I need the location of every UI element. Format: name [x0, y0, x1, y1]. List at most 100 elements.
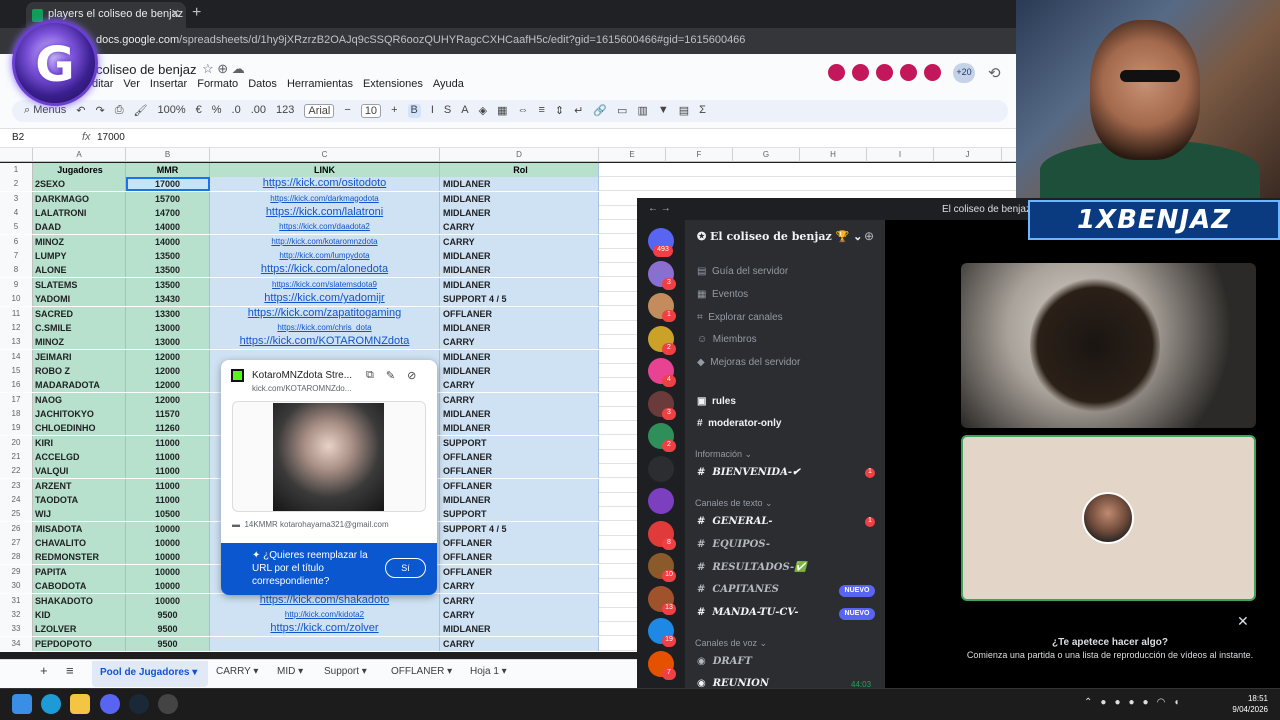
- history-icon[interactable]: ⟲: [988, 64, 1001, 82]
- cell-player[interactable]: SLATEMS: [33, 277, 126, 292]
- paint-format-icon[interactable]: 🖌: [134, 104, 148, 118]
- cell-link[interactable]: http://kick.com/lumpydota: [210, 249, 440, 264]
- chart-icon[interactable]: ▥: [637, 104, 647, 118]
- cell-mmr[interactable]: 12000: [126, 392, 210, 407]
- row-number[interactable]: 10: [0, 292, 33, 307]
- cell-mmr[interactable]: 11000: [126, 450, 210, 464]
- header-mmr[interactable]: MMR: [126, 163, 210, 177]
- filter-views-icon[interactable]: ▤: [679, 104, 689, 118]
- fill-color-icon[interactable]: ◈: [479, 104, 487, 118]
- invite-icon[interactable]: ⊕: [864, 229, 874, 243]
- server-icon[interactable]: [648, 455, 674, 482]
- cell-link[interactable]: http://kick.com/kidota2: [210, 607, 440, 622]
- new-tab-icon[interactable]: +: [192, 4, 201, 22]
- volume-icon[interactable]: ◖: [1173, 697, 1179, 708]
- channel-rules[interactable]: ▣ rules: [697, 396, 736, 407]
- sheet-tab-pool-de-jugadores[interactable]: Pool de Jugadores ▾: [92, 661, 208, 687]
- cell-rol[interactable]: CARRY: [440, 607, 599, 622]
- cell-player[interactable]: ROBO Z: [33, 363, 126, 378]
- cell-mmr[interactable]: 9500: [126, 622, 210, 637]
- cell-rol[interactable]: MIDLANER: [440, 206, 599, 221]
- row-number[interactable]: 32: [0, 607, 33, 622]
- font-size-decrease-button[interactable]: −: [344, 104, 350, 118]
- row-number[interactable]: 6: [0, 234, 33, 249]
- close-tab-icon[interactable]: ✕: [171, 7, 180, 20]
- tray-app-icon[interactable]: ●: [1128, 697, 1134, 708]
- cell-player[interactable]: YADOMI: [33, 292, 126, 307]
- row-number[interactable]: 8: [0, 263, 33, 278]
- cell-mmr[interactable]: 13500: [126, 277, 210, 292]
- font-select[interactable]: Arial: [304, 104, 335, 118]
- cell-player[interactable]: REDMONSTER: [33, 550, 126, 565]
- cell-rol[interactable]: MIDLANER: [440, 277, 599, 292]
- cell-rol[interactable]: CARRY: [440, 392, 599, 407]
- cell-link[interactable]: https://kick.com/alonedota: [210, 263, 440, 278]
- server-name[interactable]: ✪ El coliseo de benjaz 🏆 ⌄: [697, 230, 862, 243]
- cell-player[interactable]: CHLOEDINHO: [33, 421, 126, 436]
- row-number[interactable]: 21: [0, 450, 33, 464]
- cell-mmr[interactable]: 11260: [126, 421, 210, 436]
- tray-app-icon[interactable]: ●: [1114, 697, 1120, 708]
- sheet-tab-hoja-1[interactable]: Hoja 1 ▾: [470, 666, 507, 677]
- cell-player[interactable]: WIJ: [33, 507, 126, 522]
- star-icon[interactable]: ☆ ⊕ ☁: [202, 61, 245, 77]
- tray-app-icon[interactable]: ●: [1100, 697, 1106, 708]
- channel-general[interactable]: # GENERAL-: [697, 516, 773, 527]
- row-number[interactable]: 34: [0, 636, 33, 651]
- category-canales-voz[interactable]: Canales de voz ⌄: [695, 638, 767, 649]
- cell-mmr[interactable]: 13000: [126, 320, 210, 335]
- replace-url-yes-button[interactable]: Sí: [385, 558, 426, 578]
- valign-icon[interactable]: ⇕: [555, 104, 564, 118]
- cell-player[interactable]: KID: [33, 607, 126, 622]
- cell-mmr[interactable]: 10000: [126, 550, 210, 565]
- cell-mmr[interactable]: 10000: [126, 536, 210, 551]
- cell-player[interactable]: MISADOTA: [33, 521, 126, 536]
- row-number[interactable]: 30: [0, 579, 33, 594]
- cell-player[interactable]: CABODOTA: [33, 579, 126, 594]
- redo-icon[interactable]: ↷: [95, 104, 104, 118]
- functions-button[interactable]: Σ: [699, 104, 706, 118]
- column-header[interactable]: H: [800, 148, 867, 162]
- text-color-button[interactable]: A: [461, 104, 468, 118]
- row-number[interactable]: 16: [0, 378, 33, 393]
- name-box[interactable]: B2: [12, 132, 24, 143]
- cell-mmr[interactable]: 9500: [126, 607, 210, 622]
- row-number[interactable]: 27: [0, 536, 33, 551]
- cell-mmr[interactable]: 13430: [126, 292, 210, 307]
- cell-link[interactable]: https://kick.com/daadota2: [210, 220, 440, 235]
- cell-rol[interactable]: MIDLANER: [440, 177, 599, 192]
- cell-rol[interactable]: MIDLANER: [440, 421, 599, 436]
- cell-player[interactable]: TAODOTA: [33, 493, 126, 508]
- menu-datos[interactable]: Datos: [248, 78, 277, 90]
- cell-mmr[interactable]: 13500: [126, 263, 210, 278]
- cell-mmr[interactable]: 11000: [126, 435, 210, 450]
- cell-rol[interactable]: CARRY: [440, 234, 599, 249]
- close-icon[interactable]: ✕: [1237, 613, 1249, 630]
- cell-player[interactable]: 2SEXO: [33, 177, 126, 192]
- font-size-increase-button[interactable]: +: [391, 104, 397, 118]
- row-number[interactable]: 26: [0, 521, 33, 536]
- percent-button[interactable]: %: [212, 104, 222, 118]
- cell-rol[interactable]: SUPPORT: [440, 507, 599, 522]
- cell-mmr[interactable]: 13300: [126, 306, 210, 321]
- cell-link[interactable]: https://kick.com/yadomijr: [210, 292, 440, 307]
- cell-mmr[interactable]: 14000: [126, 220, 210, 235]
- comment-icon[interactable]: ▭: [617, 104, 627, 118]
- tray-chevron-icon[interactable]: ⌃: [1084, 697, 1092, 708]
- cell-player[interactable]: DARKMAGO: [33, 191, 126, 206]
- cell-rol[interactable]: OFFLANER: [440, 450, 599, 464]
- menu-editar[interactable]: ditar: [92, 78, 113, 90]
- cell-rol[interactable]: OFFLANER: [440, 306, 599, 321]
- edit-icon[interactable]: ✎: [386, 369, 395, 382]
- cell-player[interactable]: LALATRONI: [33, 206, 126, 221]
- filter-icon[interactable]: ▼: [658, 104, 669, 118]
- sheet-tab-carry[interactable]: CARRY ▾: [216, 666, 258, 677]
- cell-player[interactable]: JACHITOKYO: [33, 406, 126, 421]
- cell-mmr[interactable]: 11000: [126, 464, 210, 479]
- cell-player[interactable]: C.SMILE: [33, 320, 126, 335]
- edge-icon[interactable]: [41, 694, 61, 714]
- nav-guia-servidor[interactable]: ▤ Guía del servidor: [697, 266, 788, 277]
- cell-rol[interactable]: CARRY: [440, 593, 599, 608]
- column-header[interactable]: D: [440, 148, 599, 162]
- row-number[interactable]: 22: [0, 464, 33, 479]
